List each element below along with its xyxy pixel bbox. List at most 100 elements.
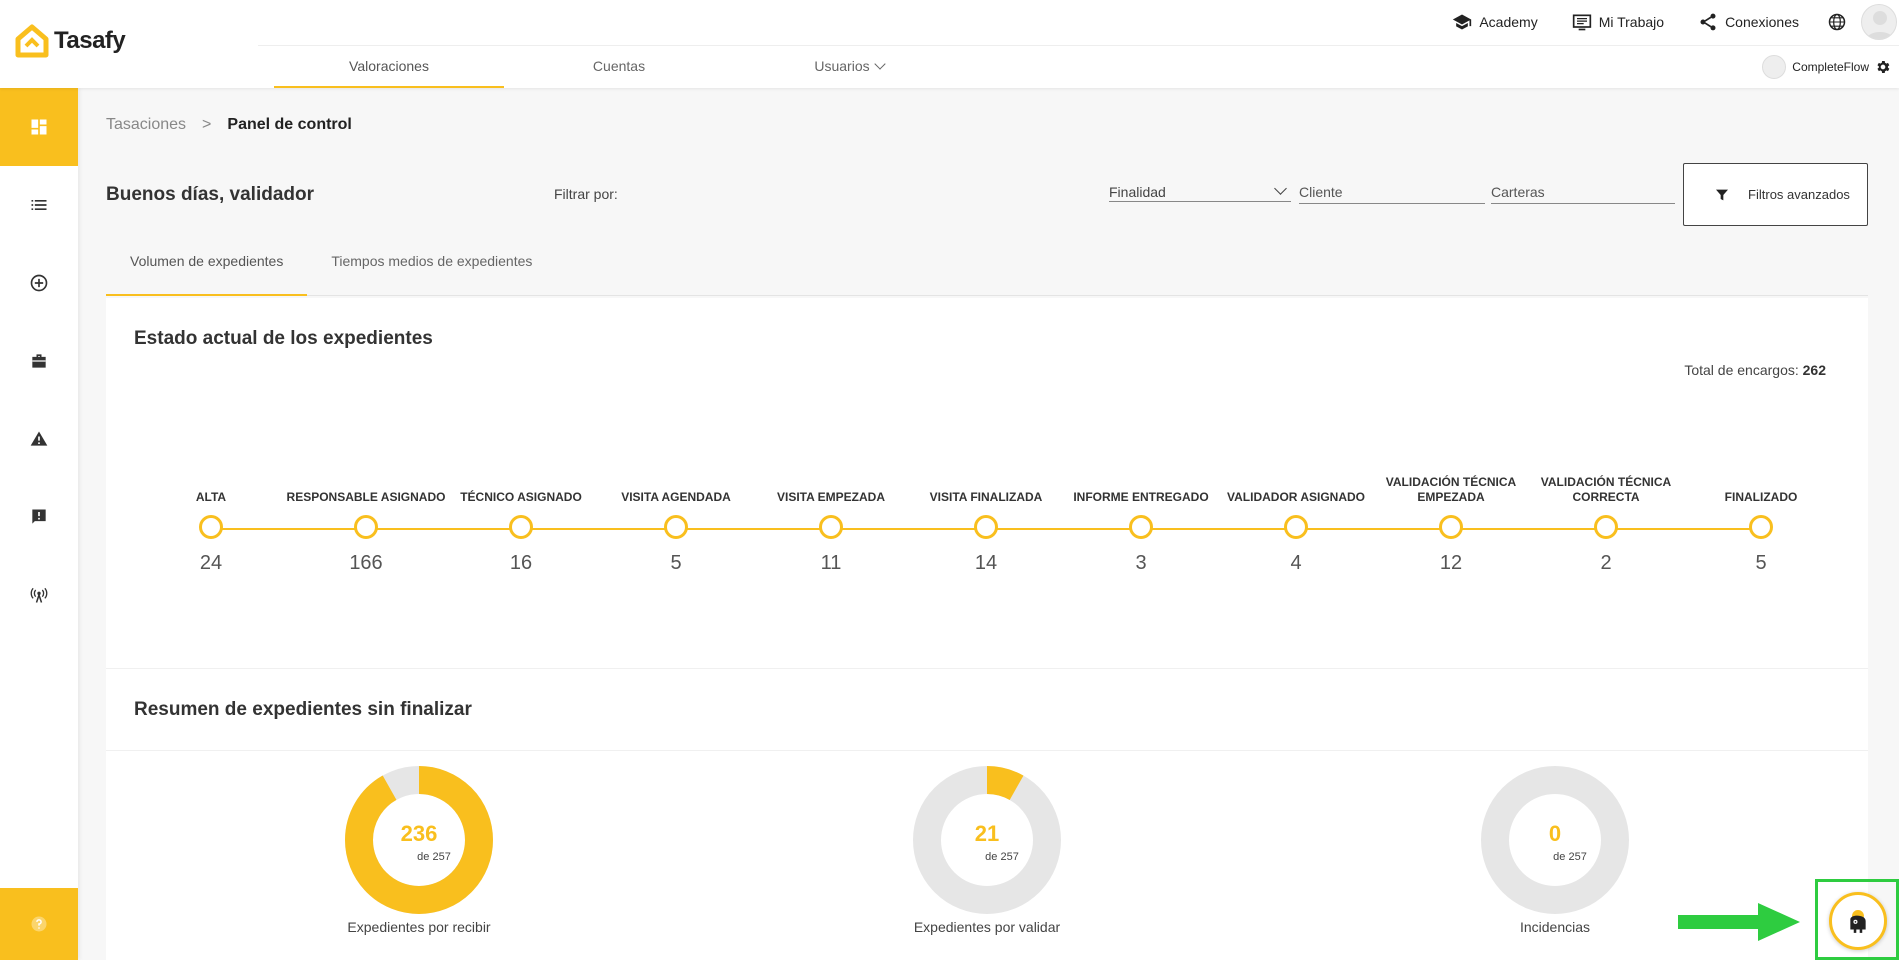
stage-count: 24 <box>199 552 223 574</box>
top-navigation: Academy Mi Trabajo Conexiones <box>1418 0 1899 44</box>
stage-count: 5 <box>1755 552 1767 574</box>
stage-marker[interactable] <box>1439 515 1463 539</box>
page-greeting: Buenos días, validador <box>106 184 314 205</box>
stage-label: VISITA AGENDADA <box>621 490 731 504</box>
cliente-input[interactable] <box>1299 176 1485 204</box>
stage-marker[interactable] <box>199 515 223 539</box>
sidebar-item-antenna[interactable] <box>0 556 78 634</box>
sidebar <box>0 88 78 960</box>
academy-label: Academy <box>1479 14 1538 30</box>
graduation-cap-icon <box>1453 14 1472 30</box>
sidebar-item-briefcase[interactable] <box>0 322 78 400</box>
briefcase-icon <box>32 354 46 368</box>
assistant-button[interactable] <box>1829 892 1887 950</box>
stage-marker[interactable] <box>1749 515 1773 539</box>
user-avatar[interactable] <box>1762 55 1787 79</box>
donut-of: de 257 <box>1553 851 1587 863</box>
stage-marker[interactable] <box>354 515 378 539</box>
filter-label: Filtrar por: <box>554 186 618 202</box>
total-label: Total de encargos: <box>1684 362 1799 378</box>
breadcrumb: Tasaciones > Panel de control <box>106 116 352 134</box>
stage-count: 12 <box>1439 552 1463 574</box>
stage-label: TÉCNICO ASIGNADO <box>460 490 582 504</box>
stage-label: INFORME ENTREGADO <box>1073 490 1209 504</box>
warning-icon <box>30 431 48 446</box>
resumen-title: Resumen de expedientes sin finalizar <box>134 699 472 720</box>
stage-marker[interactable] <box>974 515 998 539</box>
stage-marker[interactable] <box>1129 515 1153 539</box>
donut-value: 21 <box>974 821 1000 846</box>
user-area: CompleteFlow <box>1762 55 1891 79</box>
tab-usuarios[interactable]: Usuarios <box>734 46 964 88</box>
stage-marker[interactable] <box>664 515 688 539</box>
content-tabs: Volumen de expedientes Tiempos medios de… <box>106 248 1868 296</box>
person-icon <box>1866 11 1894 39</box>
conexiones-link[interactable]: Conexiones <box>1698 12 1799 32</box>
user-avatar-top[interactable] <box>1861 4 1897 40</box>
share-icon <box>1700 13 1716 31</box>
stage-count: 14 <box>974 552 998 574</box>
user-name: CompleteFlow <box>1792 60 1869 74</box>
donut-label: Expedientes por validar <box>913 919 1061 935</box>
stage-count: 16 <box>509 552 533 574</box>
tab-tiempos[interactable]: Tiempos medios de expedientes <box>307 248 556 296</box>
globe-icon[interactable] <box>1827 12 1847 32</box>
tab-usuarios-label: Usuarios <box>814 58 870 74</box>
advanced-filters-button[interactable]: Filtros avanzados <box>1683 163 1868 226</box>
advanced-filters-label: Filtros avanzados <box>1748 187 1850 202</box>
gear-icon[interactable] <box>1875 59 1891 75</box>
filter-icon <box>1716 189 1728 200</box>
green-arrow-icon <box>1678 903 1800 941</box>
donut-label: Expedientes por recibir <box>347 919 491 935</box>
app-logo[interactable]: Tasafy <box>14 24 126 58</box>
mi-trabajo-link[interactable]: Mi Trabajo <box>1572 12 1664 32</box>
tab-cuentas[interactable]: Cuentas <box>504 46 734 88</box>
academy-link[interactable]: Academy <box>1452 12 1538 32</box>
breadcrumb-separator: > <box>202 116 212 133</box>
conexiones-label: Conexiones <box>1725 14 1799 30</box>
stage-label: ALTA <box>195 490 227 504</box>
carteras-input[interactable] <box>1491 176 1675 204</box>
stage-label: FINALIZADO <box>1724 490 1798 504</box>
add-circle-icon <box>30 274 48 292</box>
stage-marker[interactable] <box>1284 515 1308 539</box>
finalidad-select[interactable]: Finalidad <box>1109 178 1291 202</box>
stage-label: VALIDACIÓN TÉCNICA EMPEZADA <box>1385 475 1517 504</box>
sidebar-item-feedback[interactable] <box>0 478 78 556</box>
assistant-highlight <box>1815 879 1899 960</box>
sidebar-item-add[interactable] <box>0 244 78 322</box>
dashboard-icon <box>31 119 47 135</box>
mi-trabajo-label: Mi Trabajo <box>1598 14 1665 30</box>
list-icon <box>31 200 47 210</box>
breadcrumb-current: Panel de control <box>227 116 352 133</box>
stage-count: 11 <box>820 552 842 574</box>
estado-title: Estado actual de los expedientes <box>134 328 433 349</box>
stage-count: 4 <box>1290 552 1302 574</box>
stage-marker[interactable] <box>509 515 533 539</box>
stage-marker[interactable] <box>819 515 843 539</box>
stage-label: RESPONSABLE ASIGNADO <box>286 490 446 504</box>
breadcrumb-parent[interactable]: Tasaciones <box>106 116 186 134</box>
help-icon <box>31 916 47 932</box>
sidebar-item-warning[interactable] <box>0 400 78 478</box>
robot-assistant-icon <box>1850 909 1866 933</box>
donut-chart: 236 de 257 Expedientes por recibir <box>319 765 519 935</box>
app-name: Tasafy <box>54 27 126 54</box>
stage-marker[interactable] <box>1594 515 1618 539</box>
tab-volumen[interactable]: Volumen de expedientes <box>106 248 308 296</box>
stage-label: VALIDACIÓN TÉCNICA CORRECTA <box>1540 475 1672 504</box>
stage-count: 3 <box>1135 552 1147 574</box>
stage-count: 5 <box>670 552 682 574</box>
monitor-list-icon <box>1572 14 1591 31</box>
sidebar-item-list[interactable] <box>0 166 78 244</box>
sidebar-help[interactable] <box>0 888 78 960</box>
estado-card: Estado actual de los expedientes Total d… <box>106 298 1868 668</box>
donut-value: 0 <box>1548 821 1562 846</box>
finalidad-value: Finalidad <box>1109 184 1166 200</box>
app-header: Tasafy Academy Mi Trabajo Conexiones Val… <box>0 0 1899 88</box>
total-value: 262 <box>1802 362 1826 378</box>
tab-valoraciones[interactable]: Valoraciones <box>274 46 504 88</box>
stage-label: VISITA FINALIZADA <box>929 490 1043 504</box>
sidebar-item-dashboard[interactable] <box>0 88 78 166</box>
chevron-down-icon <box>873 58 886 70</box>
